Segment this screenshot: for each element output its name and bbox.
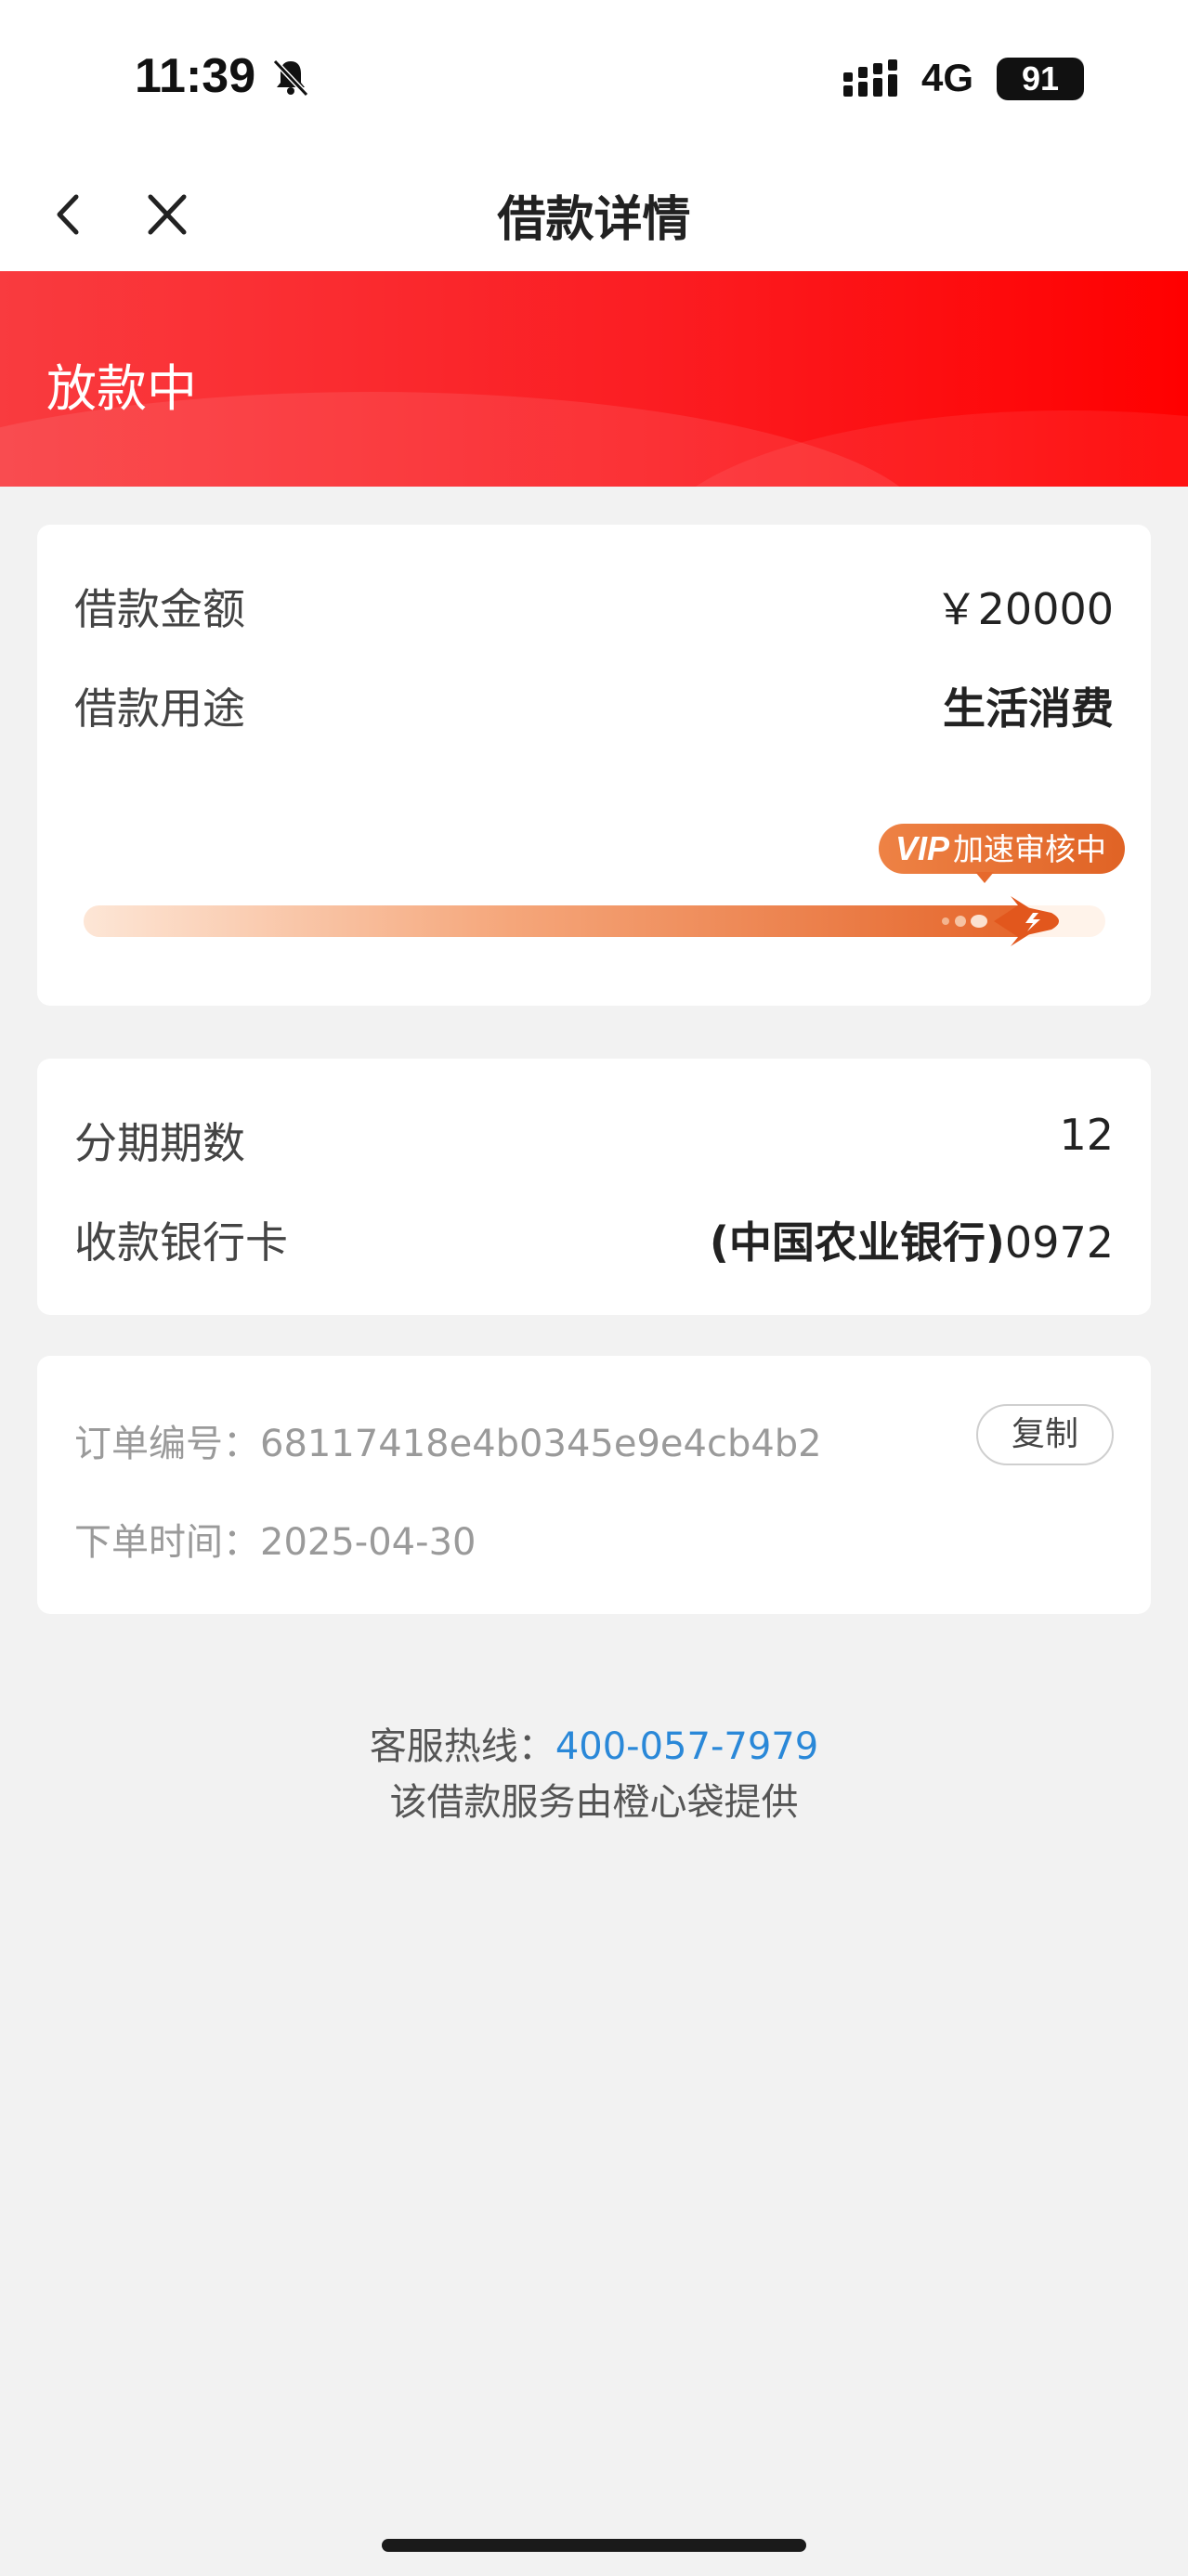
bell-muted-icon (272, 59, 309, 98)
network-type: 4G (921, 56, 974, 99)
battery-icon: 91 (997, 58, 1084, 100)
hotline-line: 客服热线：400-057-7979 (0, 1716, 1188, 1770)
order-time-value: 2025-04-30 (260, 1521, 477, 1564)
installment-card: 分期期数 12 收款银行卡 (中国农业银行)0972 (37, 1059, 1151, 1315)
amount-value: ￥20000 (934, 584, 1114, 634)
order-info-card: 订单编号：68117418e4b0345e9e4cb4b2 复制 下单时间：20… (37, 1356, 1151, 1614)
periods-value: 12 (1059, 1110, 1114, 1160)
periods-label: 分期期数 (74, 1118, 245, 1168)
copy-button[interactable]: 复制 (976, 1404, 1114, 1465)
order-number-value[interactable]: 68117418e4b0345e9e4cb4b2 (260, 1423, 822, 1465)
hotline-label: 客服热线： (369, 1725, 555, 1768)
hotline-number-link[interactable]: 400-057-7979 (555, 1725, 818, 1768)
status-bar: 11:39 4G 91 (0, 0, 1188, 158)
page-title: 借款详情 (497, 192, 691, 248)
provider-note: 该借款服务由橙心袋提供 (389, 1781, 799, 1824)
order-number: 订单编号：68117418e4b0345e9e4cb4b2 (74, 1413, 822, 1467)
status-time: 11:39 (135, 49, 256, 103)
home-indicator[interactable] (382, 2539, 806, 2552)
nav-bar: 借款详情 (0, 158, 1188, 271)
bank-card-tail: 0972 (1004, 1217, 1114, 1268)
status-banner: 放款中 (0, 271, 1188, 487)
rocket-icon (942, 896, 1059, 946)
bank-card-value: (中国农业银行)0972 (710, 1209, 1114, 1270)
vip-badge-text: 加速审核中 (953, 831, 1107, 867)
signal-icon (843, 59, 897, 97)
amount-label: 借款金额 (74, 584, 245, 634)
bank-name: (中国农业银行) (709, 1217, 1005, 1268)
review-progress-fill (84, 905, 1034, 937)
order-time-label: 下单时间： (74, 1521, 260, 1564)
order-time: 下单时间：2025-04-30 (74, 1512, 476, 1566)
order-number-label: 订单编号： (74, 1423, 260, 1465)
loan-status-text: 放款中 (46, 359, 197, 418)
bank-card-label: 收款银行卡 (74, 1217, 288, 1268)
vip-review-badge: VIP 加速审核中 (879, 824, 1126, 874)
vip-label: VIP (895, 829, 950, 867)
badge-pointer (975, 872, 994, 883)
purpose-value: 生活消费 (943, 683, 1114, 734)
purpose-label: 借款用途 (74, 683, 245, 734)
loan-summary-card: 借款金额 ￥20000 借款用途 生活消费 VIP 加速审核中 (37, 525, 1151, 1006)
